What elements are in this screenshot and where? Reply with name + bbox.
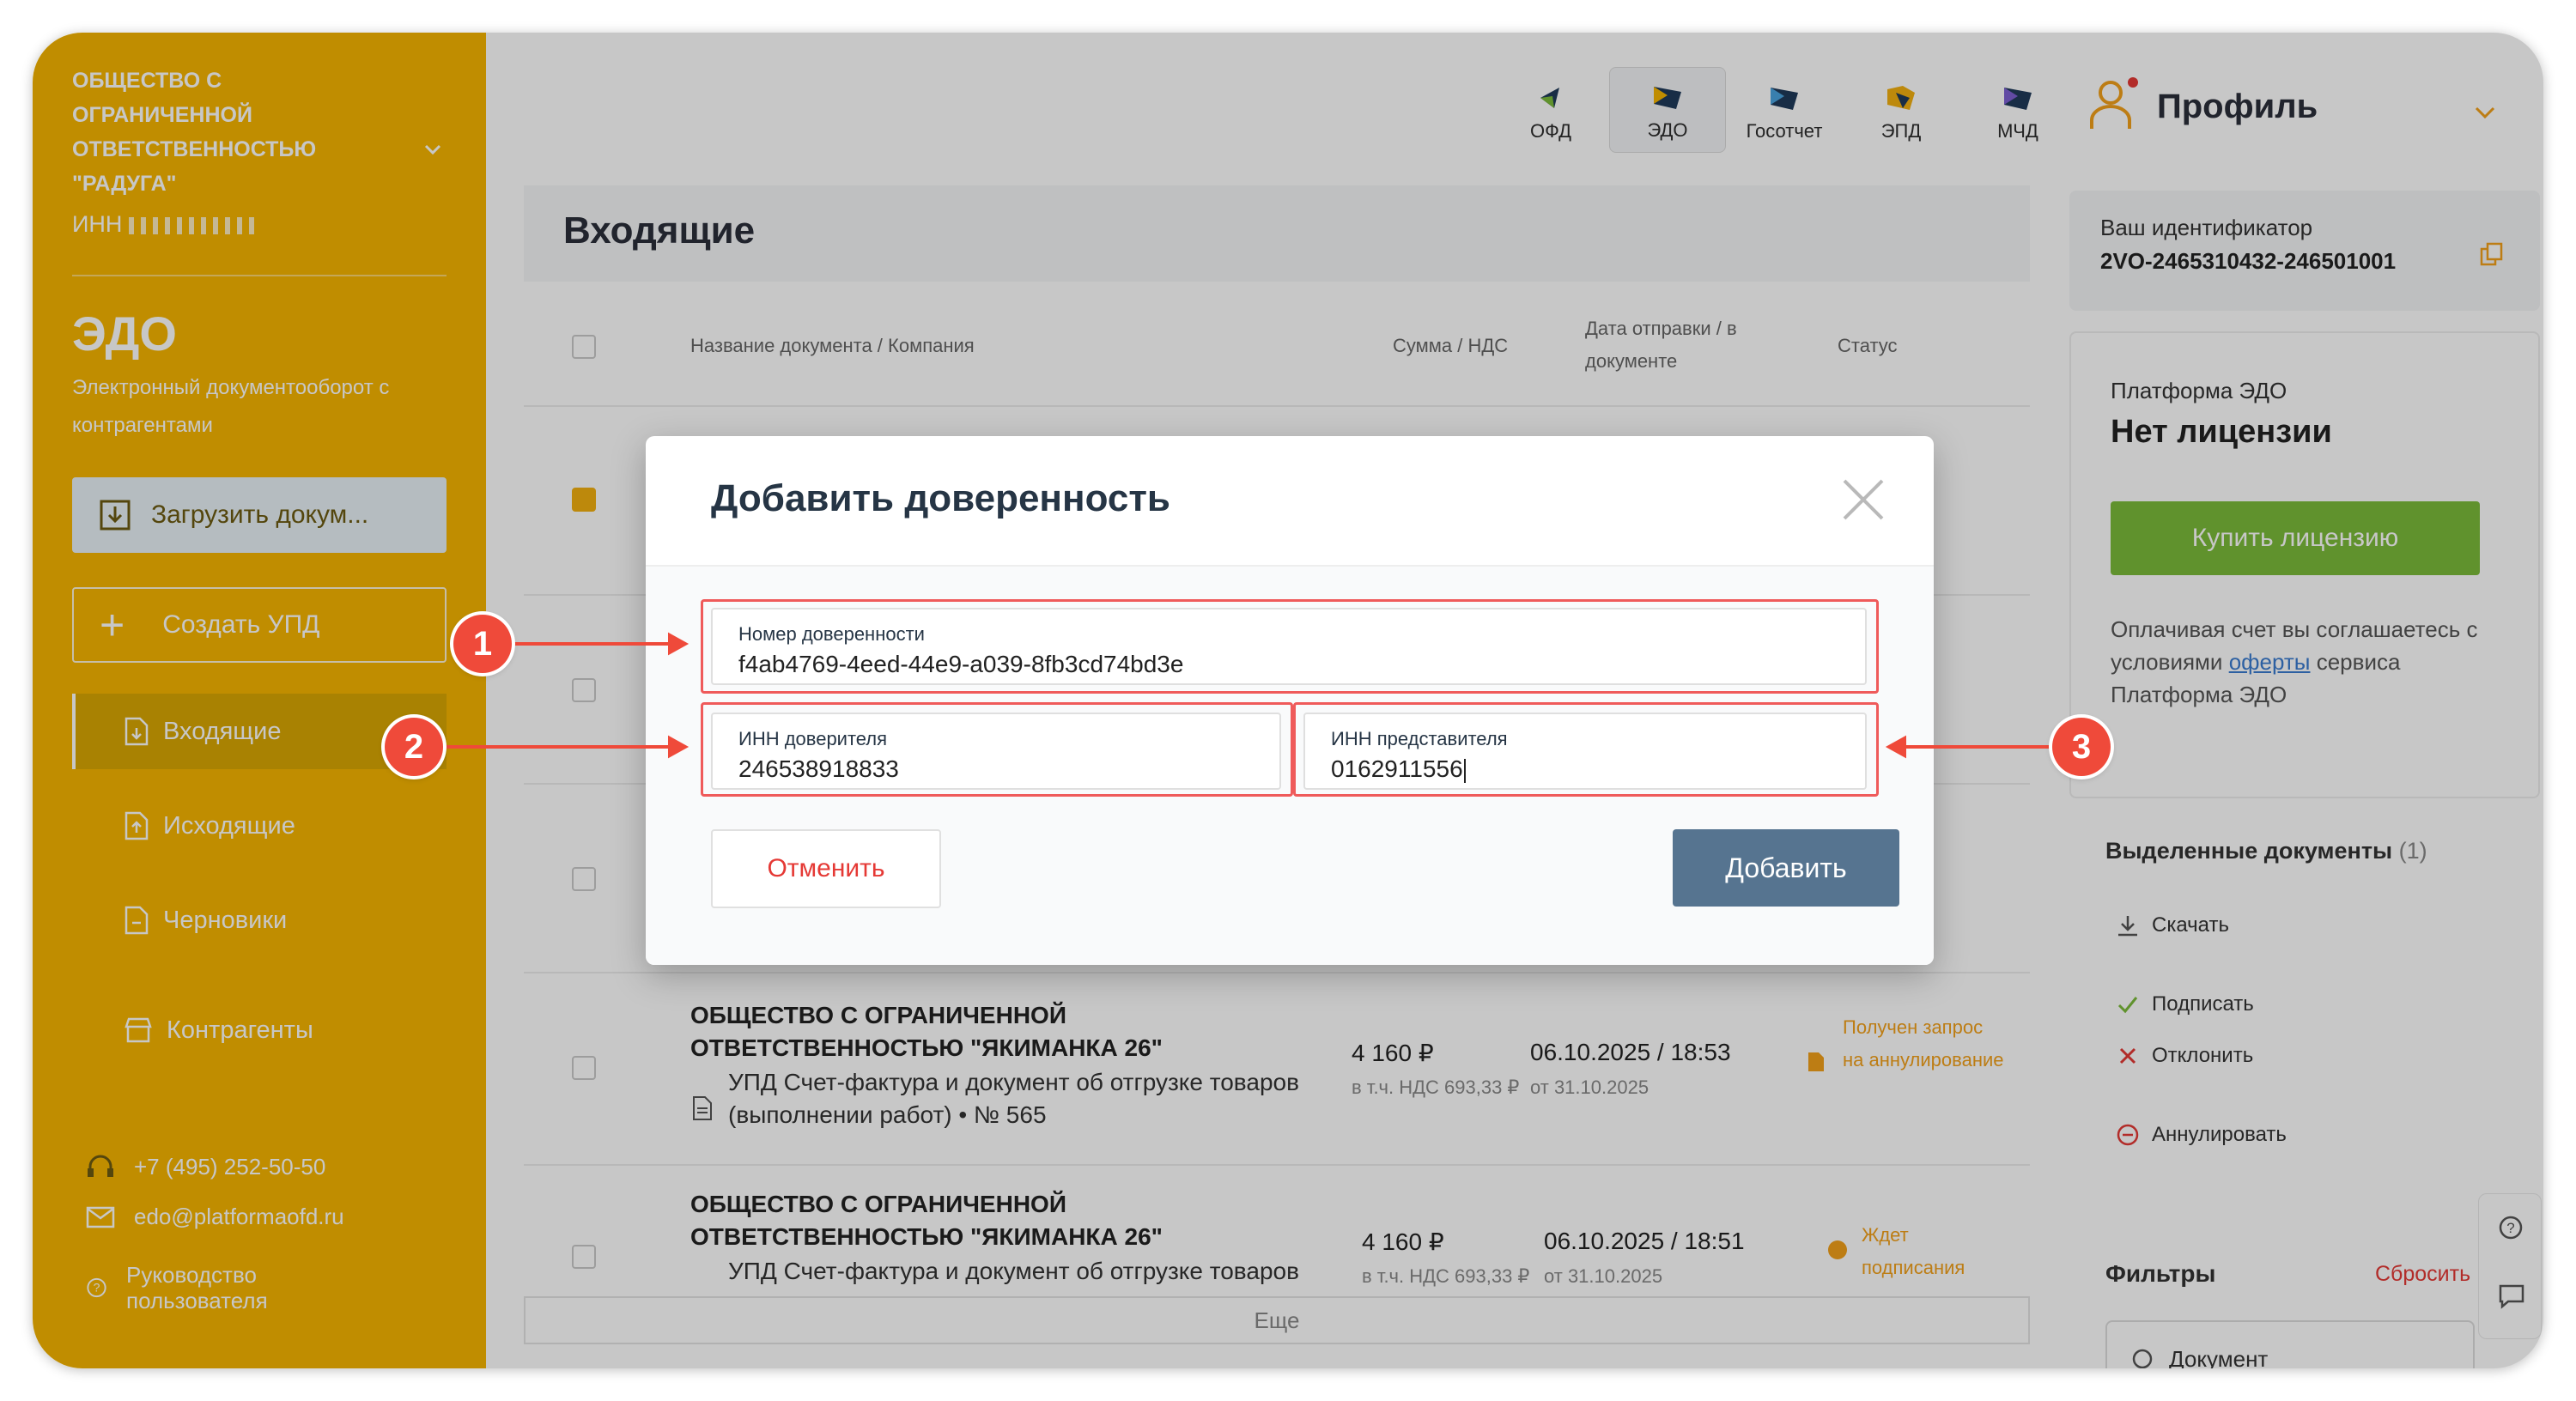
arrowhead-2-icon [668, 735, 690, 759]
callout-badge-2: 2 [385, 718, 443, 776]
callout-badge-1: 1 [453, 615, 512, 673]
callout-arrows [429, 632, 2056, 759]
app-window: ОБЩЕСТВО С ОГРАНИЧЕННОЙ ОТВЕТСТВЕННОСТЬЮ… [33, 33, 2543, 1368]
arrowhead-3-icon [1885, 735, 1906, 759]
callout-badge-3: 3 [2052, 718, 2111, 776]
arrowhead-1-icon [668, 632, 690, 656]
